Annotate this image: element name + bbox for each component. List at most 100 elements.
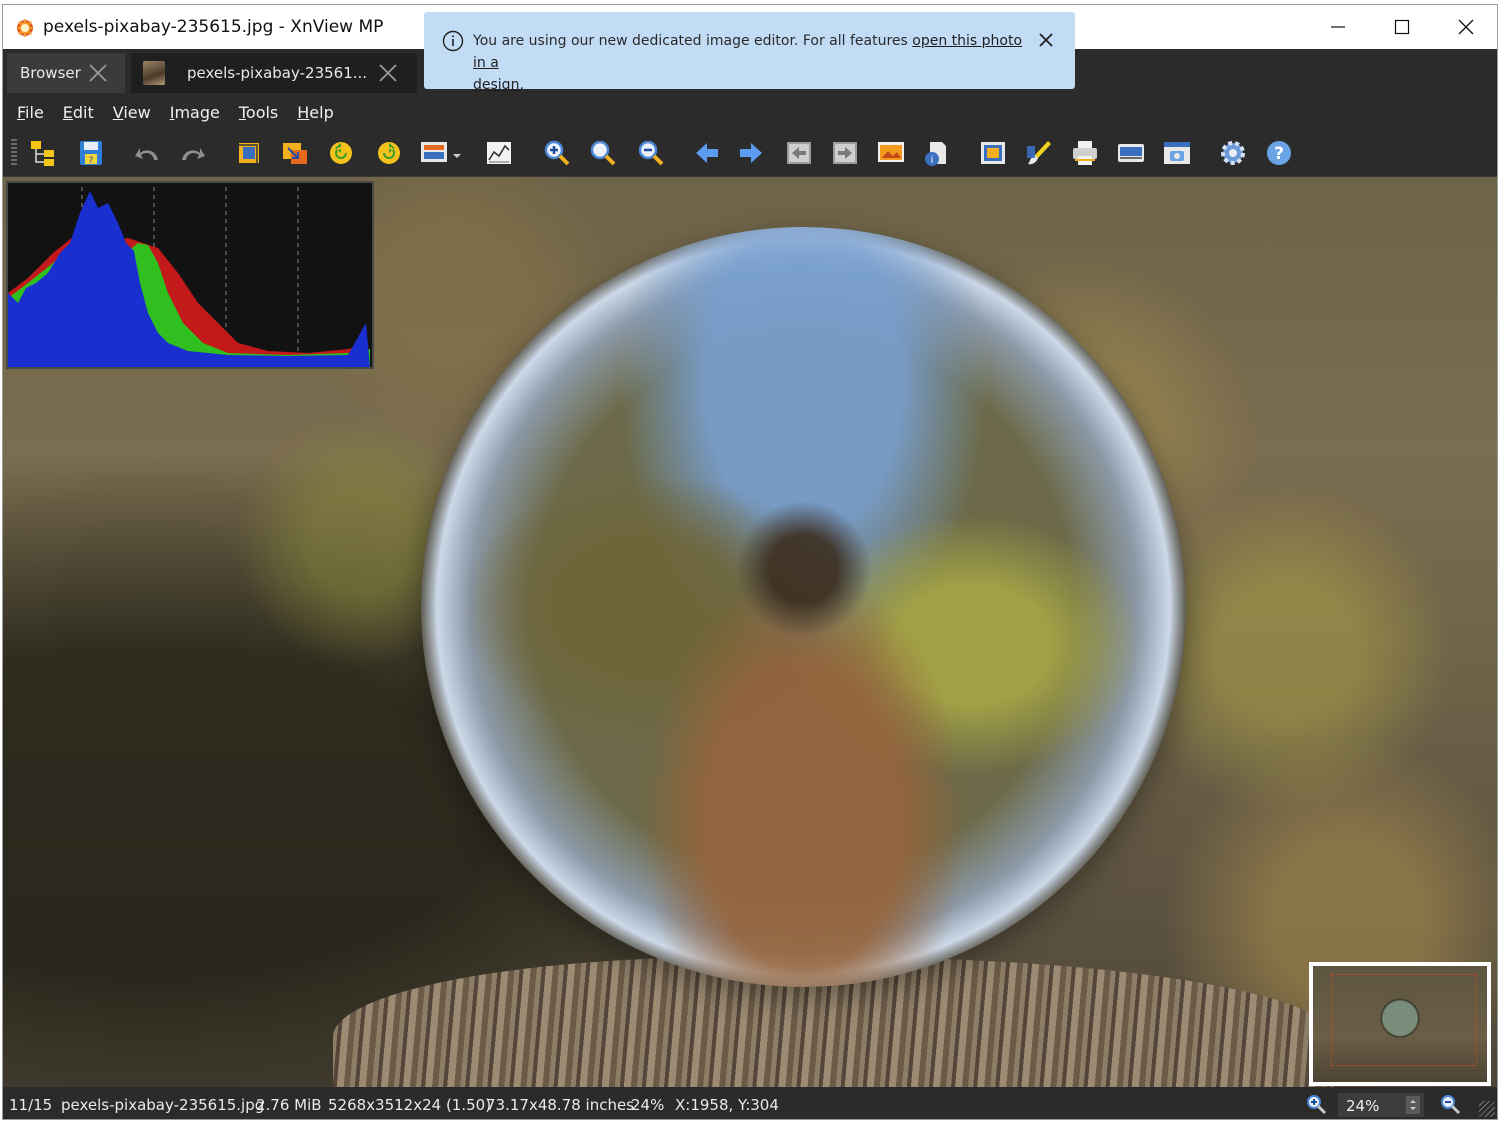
menu-bar: File Edit View Image Tools Help [3, 95, 1497, 129]
help-button[interactable]: ? [1263, 136, 1295, 170]
svg-text:?: ? [1274, 144, 1284, 164]
histogram-chart [8, 187, 370, 367]
tab-thumbnail [143, 61, 165, 85]
crop-icon [237, 143, 259, 165]
status-bar: 11/15 pexels-pixabay-235615.jpg 2.76 MiB… [3, 1087, 1497, 1119]
svg-text:?: ? [89, 156, 94, 166]
next-button[interactable] [735, 136, 767, 170]
rotate-right-icon [378, 142, 400, 164]
rotate-left-button[interactable] [325, 136, 357, 170]
browser-folder-button[interactable] [27, 136, 59, 170]
resize-grip[interactable] [1479, 1101, 1495, 1117]
status-cursor: X:1958, Y:304 [675, 1096, 779, 1114]
zoom-out-icon[interactable] [1439, 1093, 1461, 1115]
scanner-button[interactable] [1115, 136, 1147, 170]
status-index: 11/15 [9, 1096, 53, 1114]
tab-browser[interactable]: Browser [7, 53, 125, 93]
redo-icon [182, 148, 205, 160]
undo-button[interactable] [131, 136, 163, 170]
adjust-dropdown-button[interactable] [419, 136, 463, 170]
zoom-input[interactable]: 24% [1338, 1093, 1424, 1117]
maximize-icon [1394, 19, 1410, 35]
save-button[interactable]: ? [75, 136, 107, 170]
tab-close-icon[interactable] [377, 62, 399, 84]
tab-label: pexels-pixabay-23561... [187, 64, 368, 82]
status-dimensions: 5268x3512x24 (1.50) [328, 1096, 492, 1114]
last-icon [833, 142, 857, 164]
minimize-button[interactable] [1306, 5, 1370, 49]
tab-close-icon[interactable] [87, 62, 109, 84]
browser-folder-icon [31, 141, 54, 166]
status-print-size: 73.17x48.78 inches [486, 1096, 635, 1114]
print-icon [1073, 141, 1097, 165]
toolbar: ? i ? [3, 129, 1497, 177]
zoom-out-button[interactable] [635, 136, 667, 170]
menu-tools[interactable]: Tools [239, 103, 278, 122]
redo-button[interactable] [177, 136, 209, 170]
spinner-arrows-icon [1410, 1100, 1416, 1110]
rotate-right-button[interactable] [373, 136, 405, 170]
notification-close-icon[interactable] [1035, 29, 1057, 51]
status-filename: pexels-pixabay-235615.jpg [61, 1096, 265, 1114]
info-icon [442, 30, 464, 52]
menu-file[interactable]: File [17, 103, 44, 122]
settings-button[interactable] [1217, 136, 1249, 170]
first-button[interactable] [783, 136, 815, 170]
zoom-in-icon [544, 140, 570, 166]
app-window: pexels-pixabay-235615.jpg - XnView MP Br… [2, 4, 1498, 1120]
menu-image[interactable]: Image [170, 103, 220, 122]
zoom-fit-button[interactable] [587, 136, 619, 170]
maximize-button[interactable] [1370, 5, 1434, 49]
menu-edit[interactable]: Edit [63, 103, 94, 122]
print-button[interactable] [1069, 136, 1101, 170]
svg-text:i: i [931, 155, 934, 166]
capture-icon [1164, 142, 1190, 164]
fullscreen-icon [981, 142, 1005, 164]
navigator-thumbnail[interactable] [1309, 962, 1491, 1086]
capture-button[interactable] [1161, 136, 1193, 170]
rotate-left-icon [330, 142, 352, 164]
previous-button[interactable] [691, 136, 723, 170]
open-in-design-link-continued[interactable]: design [473, 77, 519, 93]
zoom-in-button[interactable] [541, 136, 573, 170]
histogram-panel [6, 181, 374, 369]
tab-label: Browser [20, 64, 81, 82]
first-icon [787, 142, 811, 164]
next-icon [740, 143, 762, 163]
crop-button[interactable] [233, 136, 265, 170]
image-canvas[interactable] [3, 177, 1497, 1087]
notification-banner: You are using our new dedicated image ed… [424, 12, 1075, 93]
zoom-in-icon[interactable] [1305, 1093, 1327, 1115]
status-zoom: 24% [631, 1096, 665, 1114]
slideshow-icon [878, 142, 904, 162]
scanner-icon [1118, 144, 1144, 162]
edit-brush-icon [1027, 141, 1051, 165]
edit-brush-button[interactable] [1023, 136, 1055, 170]
menu-view[interactable]: View [113, 103, 151, 122]
zoom-value: 24% [1346, 1097, 1380, 1115]
minimize-icon [1331, 26, 1345, 28]
fullscreen-button[interactable] [977, 136, 1009, 170]
navigator-viewport-frame[interactable] [1331, 974, 1477, 1066]
resize-button[interactable] [279, 136, 311, 170]
tab-image[interactable]: pexels-pixabay-23561... [131, 53, 417, 93]
close-icon [1458, 19, 1474, 35]
help-icon: ? [1267, 141, 1291, 165]
zoom-fit-icon [590, 140, 616, 166]
toolbar-grip[interactable] [11, 139, 17, 165]
close-window-button[interactable] [1434, 5, 1497, 49]
levels-button[interactable] [483, 136, 515, 170]
undo-icon [135, 148, 158, 160]
resize-icon [283, 143, 307, 164]
zoom-out-icon [638, 140, 664, 166]
notification-text: You are using our new dedicated image ed… [473, 33, 1023, 93]
properties-icon: i [925, 142, 946, 166]
save-icon: ? [80, 141, 102, 166]
adjust-dropdown-icon [421, 142, 461, 162]
zoom-spinner[interactable] [1406, 1096, 1420, 1114]
previous-icon [696, 143, 718, 163]
slideshow-button[interactable] [875, 136, 907, 170]
properties-button[interactable]: i [921, 136, 953, 170]
menu-help[interactable]: Help [297, 103, 333, 122]
last-button[interactable] [829, 136, 861, 170]
